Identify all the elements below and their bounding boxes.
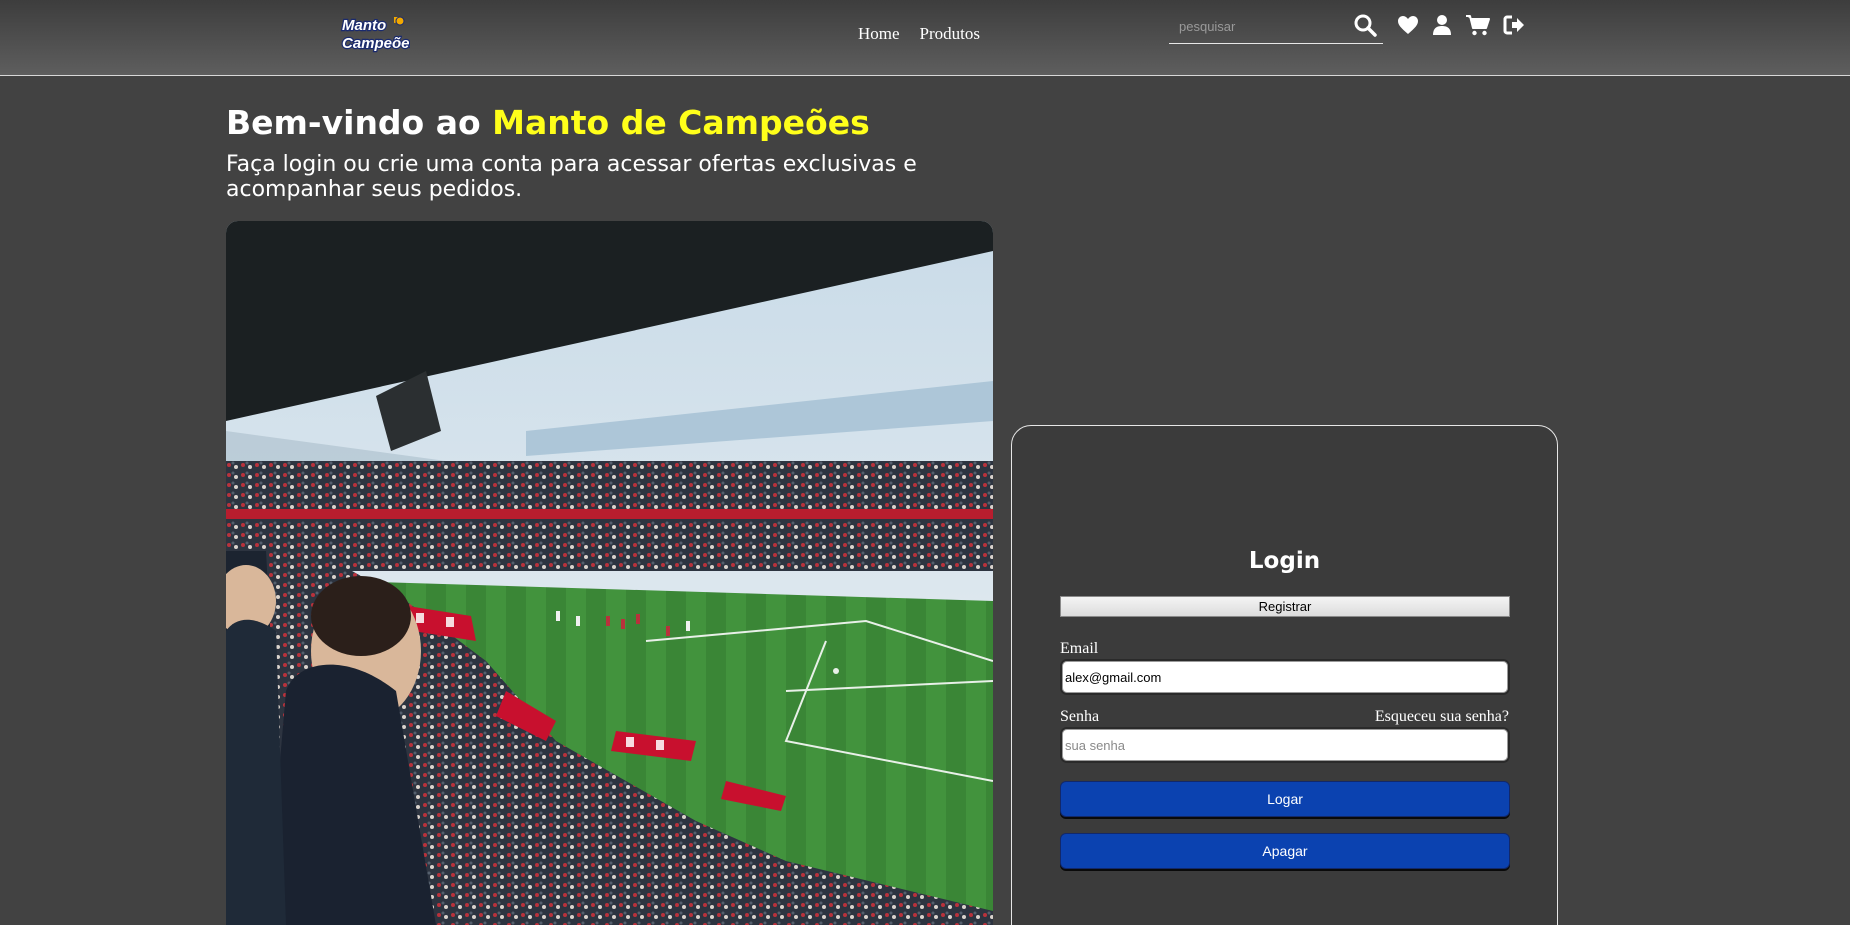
logout-icon[interactable] xyxy=(1502,13,1526,37)
search-bar xyxy=(1169,8,1383,44)
search-input[interactable] xyxy=(1169,14,1349,38)
email-label: Email xyxy=(1060,640,1099,657)
password-label: Senha xyxy=(1060,708,1100,725)
top-header: Manto Campeões Home Produtos xyxy=(0,0,1850,76)
login-title: Login xyxy=(1248,548,1321,574)
user-icon[interactable] xyxy=(1430,13,1454,37)
title-brand: Manto de Campeões xyxy=(492,103,870,142)
brand-logo[interactable]: Manto Campeões xyxy=(340,13,419,55)
nav-link-produtos[interactable]: Produtos xyxy=(920,24,980,44)
cart-icon[interactable] xyxy=(1465,13,1490,37)
email-field[interactable] xyxy=(1060,659,1510,695)
login-submit-button[interactable]: Logar xyxy=(1060,781,1510,817)
logo-text-line1: Manto xyxy=(342,17,386,34)
logo-text-line2: Campeões xyxy=(342,35,410,52)
login-card: Login Registrar Email Senha Esqueceu sua… xyxy=(1011,425,1558,925)
password-field[interactable] xyxy=(1060,727,1510,763)
page-title: Bem-vindo ao Manto de Campeões xyxy=(226,103,870,142)
clear-button[interactable]: Apagar xyxy=(1060,833,1510,869)
search-icon[interactable] xyxy=(1352,12,1378,38)
forgot-password-link[interactable]: Esqueceu sua senha? xyxy=(1375,708,1509,726)
stadium-photo xyxy=(226,221,993,925)
nav-link-home[interactable]: Home xyxy=(858,24,900,44)
title-prefix: Bem-vindo ao xyxy=(226,103,493,142)
register-button[interactable]: Registrar xyxy=(1060,596,1510,617)
main-nav: Home Produtos xyxy=(858,24,980,44)
heart-icon[interactable] xyxy=(1396,13,1420,37)
page-subtitle: Faça login ou crie uma conta para acessa… xyxy=(226,152,917,202)
